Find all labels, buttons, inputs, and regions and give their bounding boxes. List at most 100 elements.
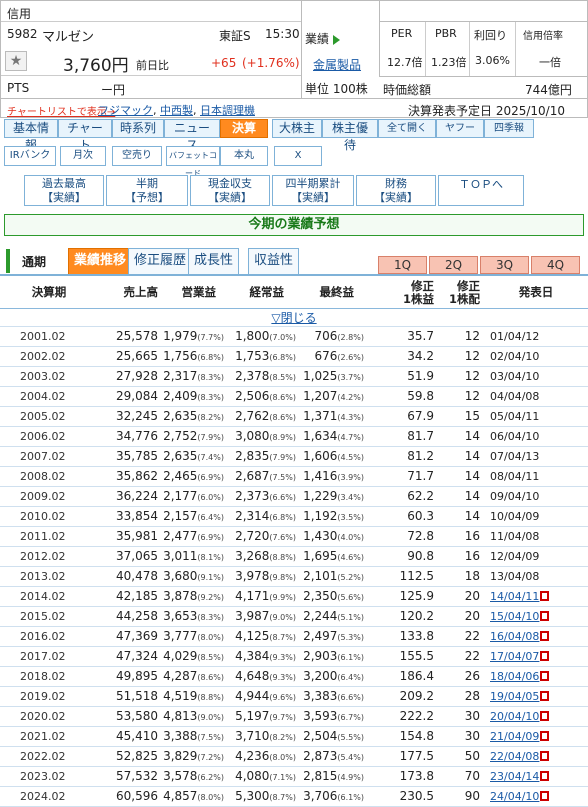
close-toggle[interactable]: ▽閉じる xyxy=(271,311,316,325)
eigyo-cell: 2,465(6.9%) xyxy=(162,466,228,487)
pdf-icon[interactable] xyxy=(540,630,550,641)
eigyo-value: 4,029 xyxy=(163,649,198,663)
report-genkin[interactable]: 現金収支 【実績】 xyxy=(190,175,270,206)
eigyo-pct: (7.9%) xyxy=(197,433,224,442)
date-cell[interactable]: 15/04/10 xyxy=(484,606,588,627)
uriage-cell: 45,410 xyxy=(98,726,162,747)
credit-label: 信用倍率 xyxy=(523,31,563,42)
related-link[interactable]: 中西製 xyxy=(160,104,193,117)
tab-jikeiretsu[interactable]: 時系列 xyxy=(112,119,164,138)
tab-chart[interactable]: チャート xyxy=(58,119,112,152)
report-zaimu[interactable]: 財務 【実績】 xyxy=(356,175,436,206)
keijo-value: 1,800 xyxy=(235,329,270,343)
yield-label: 利回り xyxy=(474,29,507,42)
div-cell: 22 xyxy=(438,626,484,647)
date-link[interactable]: 21/04/09 xyxy=(490,730,539,743)
eigyo-pct: (6.2%) xyxy=(197,773,224,782)
pdf-icon[interactable] xyxy=(540,670,550,681)
date-link[interactable]: 18/04/06 xyxy=(490,670,539,683)
pdf-icon[interactable] xyxy=(540,770,550,781)
tab-yahoo[interactable]: ヤフー xyxy=(436,119,484,138)
quarter-4q[interactable]: 4Q xyxy=(531,256,580,274)
pdf-icon[interactable] xyxy=(540,690,550,701)
date-link[interactable]: 14/04/11 xyxy=(490,590,539,603)
date-link[interactable]: 19/04/05 xyxy=(490,690,539,703)
date-cell[interactable]: 17/04/07 xyxy=(484,646,588,667)
tab-seichosei[interactable]: 成長性 xyxy=(188,248,240,274)
table-row: 2002.02 25,665 1,756(6.8%) 1,753(6.8%) 676(2… xyxy=(0,346,588,367)
date-cell[interactable]: 23/04/14 xyxy=(484,766,588,787)
keijo-cell: 2,835(7.9%) xyxy=(228,446,300,467)
saishu-pct: (4.7%) xyxy=(337,433,364,442)
tab-gyoseki-suii[interactable]: 業績推移 xyxy=(68,248,133,274)
date-cell[interactable]: 14/04/11 xyxy=(484,586,588,607)
eigyo-value: 4,813 xyxy=(163,709,198,723)
keijo-value: 4,080 xyxy=(235,769,270,783)
saishu-value: 1,192 xyxy=(303,509,338,523)
getsuji-button[interactable]: 月次 xyxy=(60,146,106,166)
keijo-cell: 4,384(9.3%) xyxy=(228,646,300,667)
pdf-icon[interactable] xyxy=(540,790,550,801)
pdf-icon[interactable] xyxy=(540,710,550,721)
keijo-cell: 4,944(9.6%) xyxy=(228,686,300,707)
date-link[interactable]: 23/04/14 xyxy=(490,770,539,783)
tab-oukabunushi[interactable]: 大株主 xyxy=(272,119,322,138)
date-link[interactable]: 17/04/07 xyxy=(490,650,539,663)
date-cell[interactable]: 20/04/10 xyxy=(484,706,588,727)
keijo-value: 2,835 xyxy=(235,449,270,463)
quarter-3q[interactable]: 3Q xyxy=(480,256,529,274)
related-link[interactable]: フジマック xyxy=(98,104,153,117)
date-link[interactable]: 24/04/10 xyxy=(490,790,539,803)
keijo-cell: 3,978(9.8%) xyxy=(228,566,300,587)
quarter-1q[interactable]: 1Q xyxy=(378,256,427,274)
date-cell[interactable]: 21/04/09 xyxy=(484,726,588,747)
date-link[interactable]: 15/04/10 xyxy=(490,610,539,623)
tab-shuekisei[interactable]: 収益性 xyxy=(248,248,300,274)
div-cell: 16 xyxy=(438,546,484,567)
tab-kihon[interactable]: 基本情報 xyxy=(4,119,58,152)
favorite-star-icon[interactable]: ★ xyxy=(5,51,27,71)
related-link[interactable]: 日本調理機 xyxy=(200,104,255,117)
report-top[interactable]: ＴＯＰへ xyxy=(438,175,524,206)
pdf-icon[interactable] xyxy=(540,590,550,601)
gyoseki-link[interactable]: 業績 xyxy=(305,30,341,47)
x-button[interactable]: X xyxy=(274,146,322,166)
tab-shusei-rireki[interactable]: 修正履歴 xyxy=(128,248,193,274)
report-hanki[interactable]: 半期 【予想】 xyxy=(106,175,188,206)
industry-link[interactable]: 金属製品 xyxy=(313,56,361,73)
quarter-2q[interactable]: 2Q xyxy=(429,256,478,274)
date-text: 07/04/13 xyxy=(490,449,540,463)
saishu-value: 2,244 xyxy=(303,609,338,623)
pdf-icon[interactable] xyxy=(540,650,550,661)
pdf-icon[interactable] xyxy=(540,730,550,741)
date-cell[interactable]: 24/04/10 xyxy=(484,786,588,807)
keijo-value: 1,753 xyxy=(235,349,270,363)
report-shihanki[interactable]: 四半期累計 【実績】 xyxy=(272,175,354,206)
date-cell[interactable]: 19/04/05 xyxy=(484,686,588,707)
eps-cell: 222.2 xyxy=(368,706,438,727)
pdf-icon[interactable] xyxy=(540,610,550,621)
tab-shikiho[interactable]: 四季報 xyxy=(484,119,534,138)
date-cell[interactable]: 18/04/06 xyxy=(484,666,588,687)
date-link[interactable]: 16/04/08 xyxy=(490,630,539,643)
tab-kessan[interactable]: 決算 xyxy=(220,119,268,138)
pdf-icon[interactable] xyxy=(540,750,550,761)
honmaru-button[interactable]: 本丸 xyxy=(220,146,268,166)
table-row: 2016.02 47,369 3,777(8.0%) 4,125(8.7%) 2,497… xyxy=(0,626,588,647)
date-link[interactable]: 20/04/10 xyxy=(490,710,539,723)
tab-yutai[interactable]: 株主優待 xyxy=(322,119,378,152)
buffett-code-button[interactable]: バフェットコード xyxy=(166,146,220,178)
date-link[interactable]: 22/04/08 xyxy=(490,750,539,763)
period-cell: 2012.02 xyxy=(0,546,98,567)
keijo-value: 3,710 xyxy=(235,729,270,743)
eigyo-value: 2,177 xyxy=(163,489,198,503)
eps-cell: 177.5 xyxy=(368,746,438,767)
irbank-button[interactable]: IRバンク xyxy=(4,146,56,166)
tab-news[interactable]: ニュース xyxy=(164,119,220,152)
date-cell[interactable]: 22/04/08 xyxy=(484,746,588,767)
tab-open-all[interactable]: 全て開く xyxy=(378,119,436,138)
date-cell[interactable]: 16/04/08 xyxy=(484,626,588,647)
karauri-button[interactable]: 空売り xyxy=(112,146,162,166)
report-kako-saiko[interactable]: 過去最高 【実績】 xyxy=(24,175,104,206)
eps-cell: 112.5 xyxy=(368,566,438,587)
